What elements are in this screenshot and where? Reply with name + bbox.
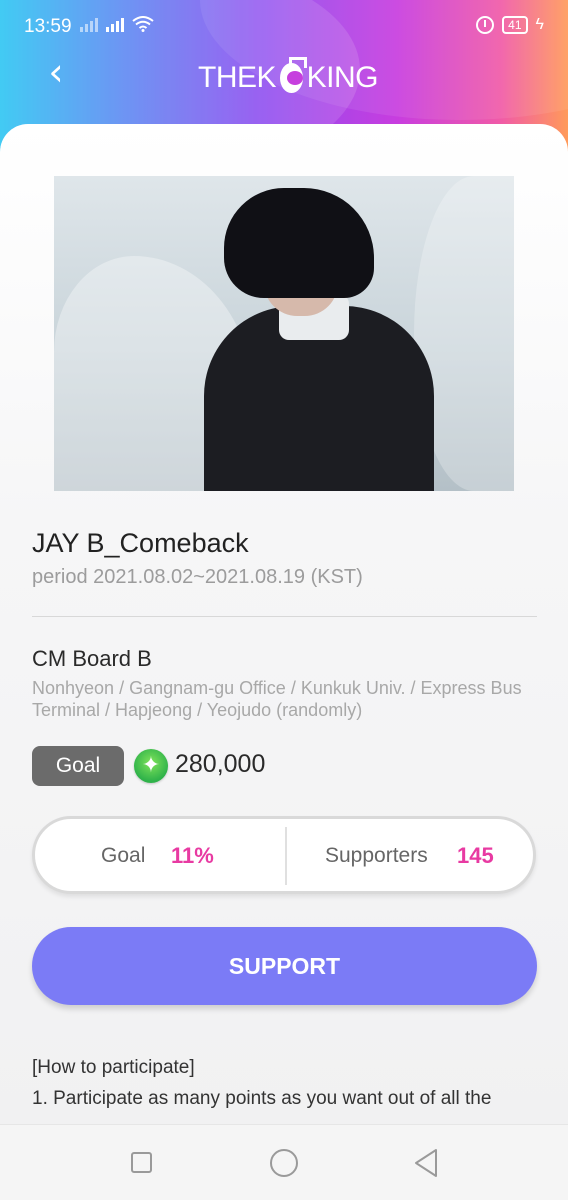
signal-1-icon	[80, 16, 98, 32]
supporters-label: Supporters	[325, 844, 428, 867]
stats-divider	[285, 827, 287, 885]
battery-icon: 41	[502, 16, 528, 34]
alarm-icon	[476, 16, 495, 34]
supporters-value: 145	[457, 843, 494, 868]
goal-badge: Goal	[32, 746, 124, 786]
divider	[32, 616, 537, 617]
event-image	[54, 176, 514, 491]
signal-2-icon	[106, 16, 124, 32]
goal-progress-label: Goal	[101, 844, 146, 867]
charging-icon: ϟ	[535, 16, 544, 33]
content-card: JAY B_Comeback period 2021.08.02~2021.08…	[0, 124, 568, 1124]
how-to-step: 1. Participate as many points as you wan…	[32, 1088, 492, 1109]
nav-back-button[interactable]	[412, 1147, 440, 1179]
wifi-icon	[132, 16, 154, 32]
logo-text-right: KING	[306, 61, 379, 94]
crown-logo-icon	[280, 57, 307, 93]
app-logo: THEK KING	[198, 57, 379, 98]
home-button[interactable]	[270, 1149, 298, 1177]
status-time: 13:59	[24, 16, 72, 37]
event-title: JAY B_Comeback	[32, 528, 249, 558]
event-period: period 2021.08.02~2021.08.19 (KST)	[32, 566, 363, 588]
back-button[interactable]: ‹	[38, 52, 74, 92]
goal-progress-value: 11%	[171, 843, 214, 868]
support-button[interactable]: SUPPORT	[32, 927, 537, 1005]
star-point-icon	[134, 749, 168, 783]
board-locations: Nonhyeon / Gangnam-gu Office / Kunkuk Un…	[32, 678, 522, 720]
stats-panel: Goal 11% Supporters 145	[32, 816, 536, 894]
logo-text-left: THEK	[198, 61, 277, 94]
system-nav-bar	[0, 1124, 568, 1200]
goal-amount: 280,000	[175, 750, 266, 778]
board-name: CM Board B	[32, 646, 152, 671]
how-to-title: [How to participate]	[32, 1057, 195, 1078]
status-bar: 13:59 41 ϟ	[0, 0, 568, 56]
recent-apps-button[interactable]	[131, 1152, 152, 1173]
